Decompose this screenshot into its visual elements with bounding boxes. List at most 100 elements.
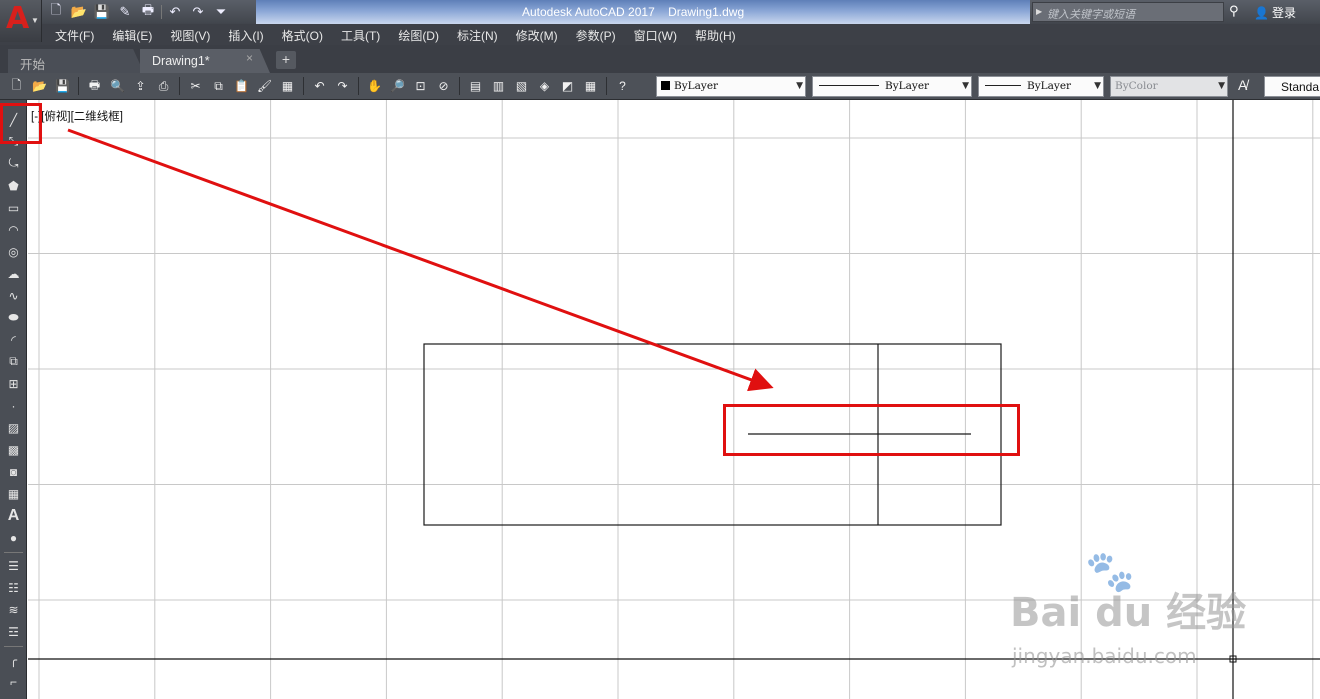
add-selected-icon[interactable]: ● bbox=[3, 528, 24, 547]
polyline-icon[interactable]: ⤿ bbox=[3, 154, 24, 173]
copy-icon[interactable]: ⧉ bbox=[208, 76, 229, 96]
menu-item-5[interactable]: 工具(T) bbox=[332, 27, 389, 44]
watermark-url: jingyan.baidu.com bbox=[1012, 644, 1197, 668]
insert-block-icon[interactable]: ⧉ bbox=[3, 352, 24, 371]
menu-item-4[interactable]: 格式(O) bbox=[273, 27, 332, 44]
cut-icon[interactable]: ✂ bbox=[185, 76, 206, 96]
application-menu-button[interactable]: A ▼ bbox=[0, 0, 42, 42]
properties-icon[interactable]: ▤ bbox=[465, 76, 486, 96]
table-icon[interactable]: ▦ bbox=[3, 484, 24, 503]
design-center-icon[interactable]: ▥ bbox=[488, 76, 509, 96]
publish-icon[interactable]: ⇪ bbox=[130, 76, 151, 96]
menu-item-8[interactable]: 修改(M) bbox=[507, 27, 567, 44]
layer-states-icon[interactable]: ≋ bbox=[3, 600, 24, 619]
tab-start[interactable]: 开始 bbox=[8, 49, 144, 73]
autocad-logo-icon: A bbox=[6, 1, 30, 36]
linetype-control-dropdown[interactable]: ByLayer ▼ bbox=[812, 76, 972, 97]
plot-icon[interactable]: 🖶 bbox=[84, 76, 105, 96]
chevron-down-icon: ▼ bbox=[962, 81, 969, 91]
region-icon[interactable]: ◙ bbox=[3, 462, 24, 481]
search-input[interactable]: ▶ 键入关键字或短语 bbox=[1032, 2, 1224, 22]
draw-toolbar: ╱ ⤡ ⤿ ⬟ ▭ ◠ ◎ ☁ ∿ ⬬ ◜ ⧉ ⊞ · ▨ ▩ ◙ ▦ A ● ☰ ☷ ≋ ☲ ╭ ⌐ bbox=[0, 100, 27, 699]
menu-item-0[interactable]: 文件(F) bbox=[46, 27, 103, 44]
linetype-preview bbox=[819, 85, 879, 86]
window-title: Autodesk AutoCAD 2017 Drawing1.dwg bbox=[522, 5, 745, 19]
open-icon[interactable]: 📂 bbox=[29, 76, 50, 96]
tab-start-label: 开始 bbox=[20, 58, 46, 72]
plot-preview-icon[interactable]: 🔍 bbox=[107, 76, 128, 96]
new-tab-button[interactable]: + bbox=[276, 51, 296, 69]
redo-icon[interactable]: ↷ bbox=[332, 76, 353, 96]
menu-item-3[interactable]: 插入(I) bbox=[219, 27, 272, 44]
arc-icon[interactable]: ◠ bbox=[3, 220, 24, 239]
layer-previous-icon[interactable]: ☷ bbox=[3, 578, 24, 597]
highlight-line-tool bbox=[0, 103, 42, 144]
revision-cloud-icon[interactable]: ☁ bbox=[3, 264, 24, 283]
circle-icon[interactable]: ◎ bbox=[3, 242, 24, 261]
qnew-icon[interactable]: 🗋 bbox=[6, 76, 27, 96]
multiline-text-icon[interactable]: A bbox=[3, 506, 24, 525]
gradient-icon[interactable]: ▩ bbox=[3, 440, 24, 459]
zoom-realtime-icon[interactable]: 🔎 bbox=[387, 76, 408, 96]
rectangle-icon[interactable]: ▭ bbox=[3, 198, 24, 217]
plot-style-value: ByColor bbox=[1115, 80, 1158, 92]
sign-in-button[interactable]: 👤 登录 bbox=[1254, 4, 1296, 21]
tool-palettes-icon[interactable]: ▧ bbox=[511, 76, 532, 96]
make-block-icon[interactable]: ⊞ bbox=[3, 374, 24, 393]
pan-icon[interactable]: ✋ bbox=[364, 76, 385, 96]
save-as-icon[interactable]: ✎ bbox=[115, 3, 135, 21]
open-icon[interactable]: 📂 bbox=[69, 3, 89, 21]
polygon-icon[interactable]: ⬟ bbox=[3, 176, 24, 195]
chevron-down-icon: ▼ bbox=[1218, 81, 1225, 91]
markup-icon[interactable]: ◩ bbox=[557, 76, 578, 96]
menu-item-1[interactable]: 编辑(E) bbox=[103, 27, 161, 44]
sheet-set-icon[interactable]: ◈ bbox=[534, 76, 555, 96]
search-expand-icon[interactable]: ▶ bbox=[1036, 7, 1042, 16]
zoom-previous-icon[interactable]: ⊘ bbox=[433, 76, 454, 96]
chamfer-icon[interactable]: ⌐ bbox=[3, 672, 24, 691]
point-icon[interactable]: · bbox=[3, 396, 24, 415]
3d-print-icon[interactable]: ⎙ bbox=[153, 76, 174, 96]
lineweight-control-dropdown[interactable]: ByLayer ▼ bbox=[978, 76, 1104, 97]
quickcalc-icon[interactable]: ▦ bbox=[580, 76, 601, 96]
hatch-icon[interactable]: ▨ bbox=[3, 418, 24, 437]
save-icon[interactable]: 💾 bbox=[52, 76, 73, 96]
undo-icon[interactable]: ↶ bbox=[165, 3, 185, 21]
save-icon[interactable]: 💾 bbox=[92, 3, 112, 21]
menu-item-7[interactable]: 标注(N) bbox=[448, 27, 507, 44]
spline-icon[interactable]: ∿ bbox=[3, 286, 24, 305]
viewport-controls-label[interactable]: [-][俯视][二维线框] bbox=[31, 108, 123, 124]
menu-item-11[interactable]: 帮助(H) bbox=[686, 27, 745, 44]
match-properties-icon[interactable]: 🖌 bbox=[254, 76, 275, 96]
plot-icon[interactable]: 🖶 bbox=[138, 2, 158, 21]
customize-icon[interactable]: ⏷ bbox=[211, 3, 231, 21]
toolbar-separator bbox=[179, 77, 180, 95]
zoom-window-icon[interactable]: ⊡ bbox=[410, 76, 431, 96]
lineweight-value: ByLayer bbox=[1027, 80, 1072, 92]
toolbar-separator bbox=[4, 646, 23, 647]
block-editor-icon[interactable]: ▦ bbox=[277, 76, 298, 96]
redo-icon[interactable]: ↷ bbox=[188, 3, 208, 21]
new-icon[interactable]: 🗋 bbox=[46, 2, 66, 21]
ellipse-arc-icon[interactable]: ◜ bbox=[3, 330, 24, 349]
close-tab-icon[interactable]: × bbox=[246, 51, 253, 65]
search-placeholder: 键入关键字或短语 bbox=[1047, 9, 1135, 21]
color-control-dropdown[interactable]: ByLayer ▼ bbox=[656, 76, 806, 97]
undo-icon[interactable]: ↶ bbox=[309, 76, 330, 96]
menu-item-9[interactable]: 参数(P) bbox=[567, 27, 625, 44]
menu-item-6[interactable]: 绘图(D) bbox=[389, 27, 448, 44]
plot-style-dropdown[interactable]: ByColor ▼ bbox=[1110, 76, 1228, 97]
toolbar-separator bbox=[303, 77, 304, 95]
layer-match-icon[interactable]: ☲ bbox=[3, 622, 24, 641]
fillet-icon[interactable]: ╭ bbox=[3, 650, 24, 669]
help-icon[interactable]: ? bbox=[612, 76, 633, 96]
ellipse-icon[interactable]: ⬬ bbox=[3, 308, 24, 327]
paste-icon[interactable]: 📋 bbox=[231, 76, 252, 96]
menu-item-10[interactable]: 窗口(W) bbox=[625, 27, 686, 44]
text-style-dropdown[interactable]: Standa bbox=[1264, 76, 1320, 97]
text-style-icon[interactable]: A̸ bbox=[1238, 77, 1247, 93]
layer-icon[interactable]: ☰ bbox=[3, 556, 24, 575]
binoculars-icon[interactable]: ⚲ bbox=[1229, 3, 1239, 19]
menu-item-2[interactable]: 视图(V) bbox=[161, 27, 219, 44]
quick-access-toolbar: 🗋 📂 💾 ✎ 🖶 ↶ ↷ ⏷ bbox=[46, 2, 231, 22]
